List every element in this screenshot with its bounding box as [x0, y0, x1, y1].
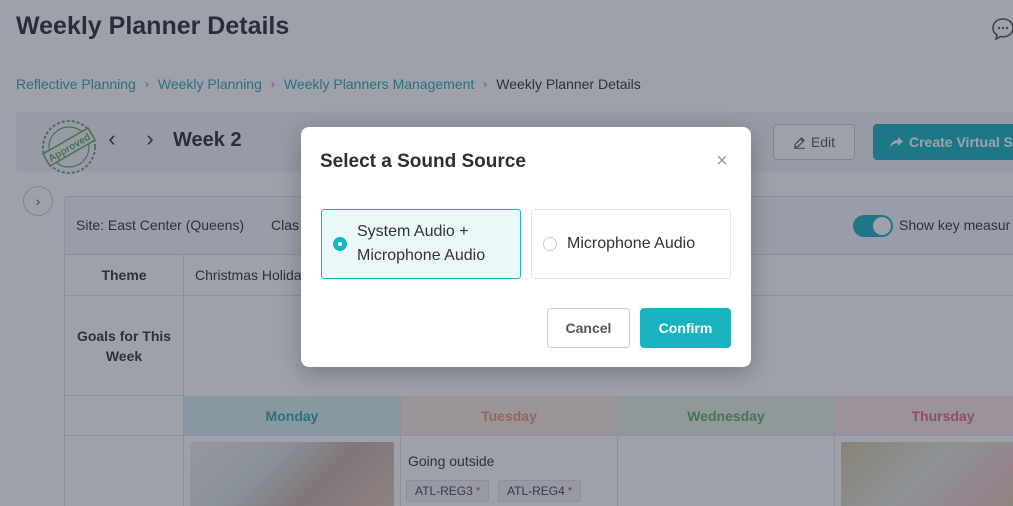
option-system-microphone-audio[interactable]: System Audio + Microphone Audio [321, 209, 521, 279]
close-icon[interactable]: × [710, 149, 734, 173]
option-label: Microphone Audio [567, 235, 696, 252]
sound-source-dialog: Select a Sound Source × System Audio + M… [301, 127, 751, 367]
option-label: System Audio + Microphone Audio [357, 223, 486, 264]
cancel-button[interactable]: Cancel [547, 308, 630, 348]
confirm-button[interactable]: Confirm [640, 308, 731, 348]
radio-selected-icon[interactable] [333, 237, 347, 251]
option-microphone-audio[interactable]: Microphone Audio [531, 209, 731, 279]
dialog-title: Select a Sound Source [320, 151, 526, 172]
radio-unselected-icon[interactable] [543, 237, 557, 251]
